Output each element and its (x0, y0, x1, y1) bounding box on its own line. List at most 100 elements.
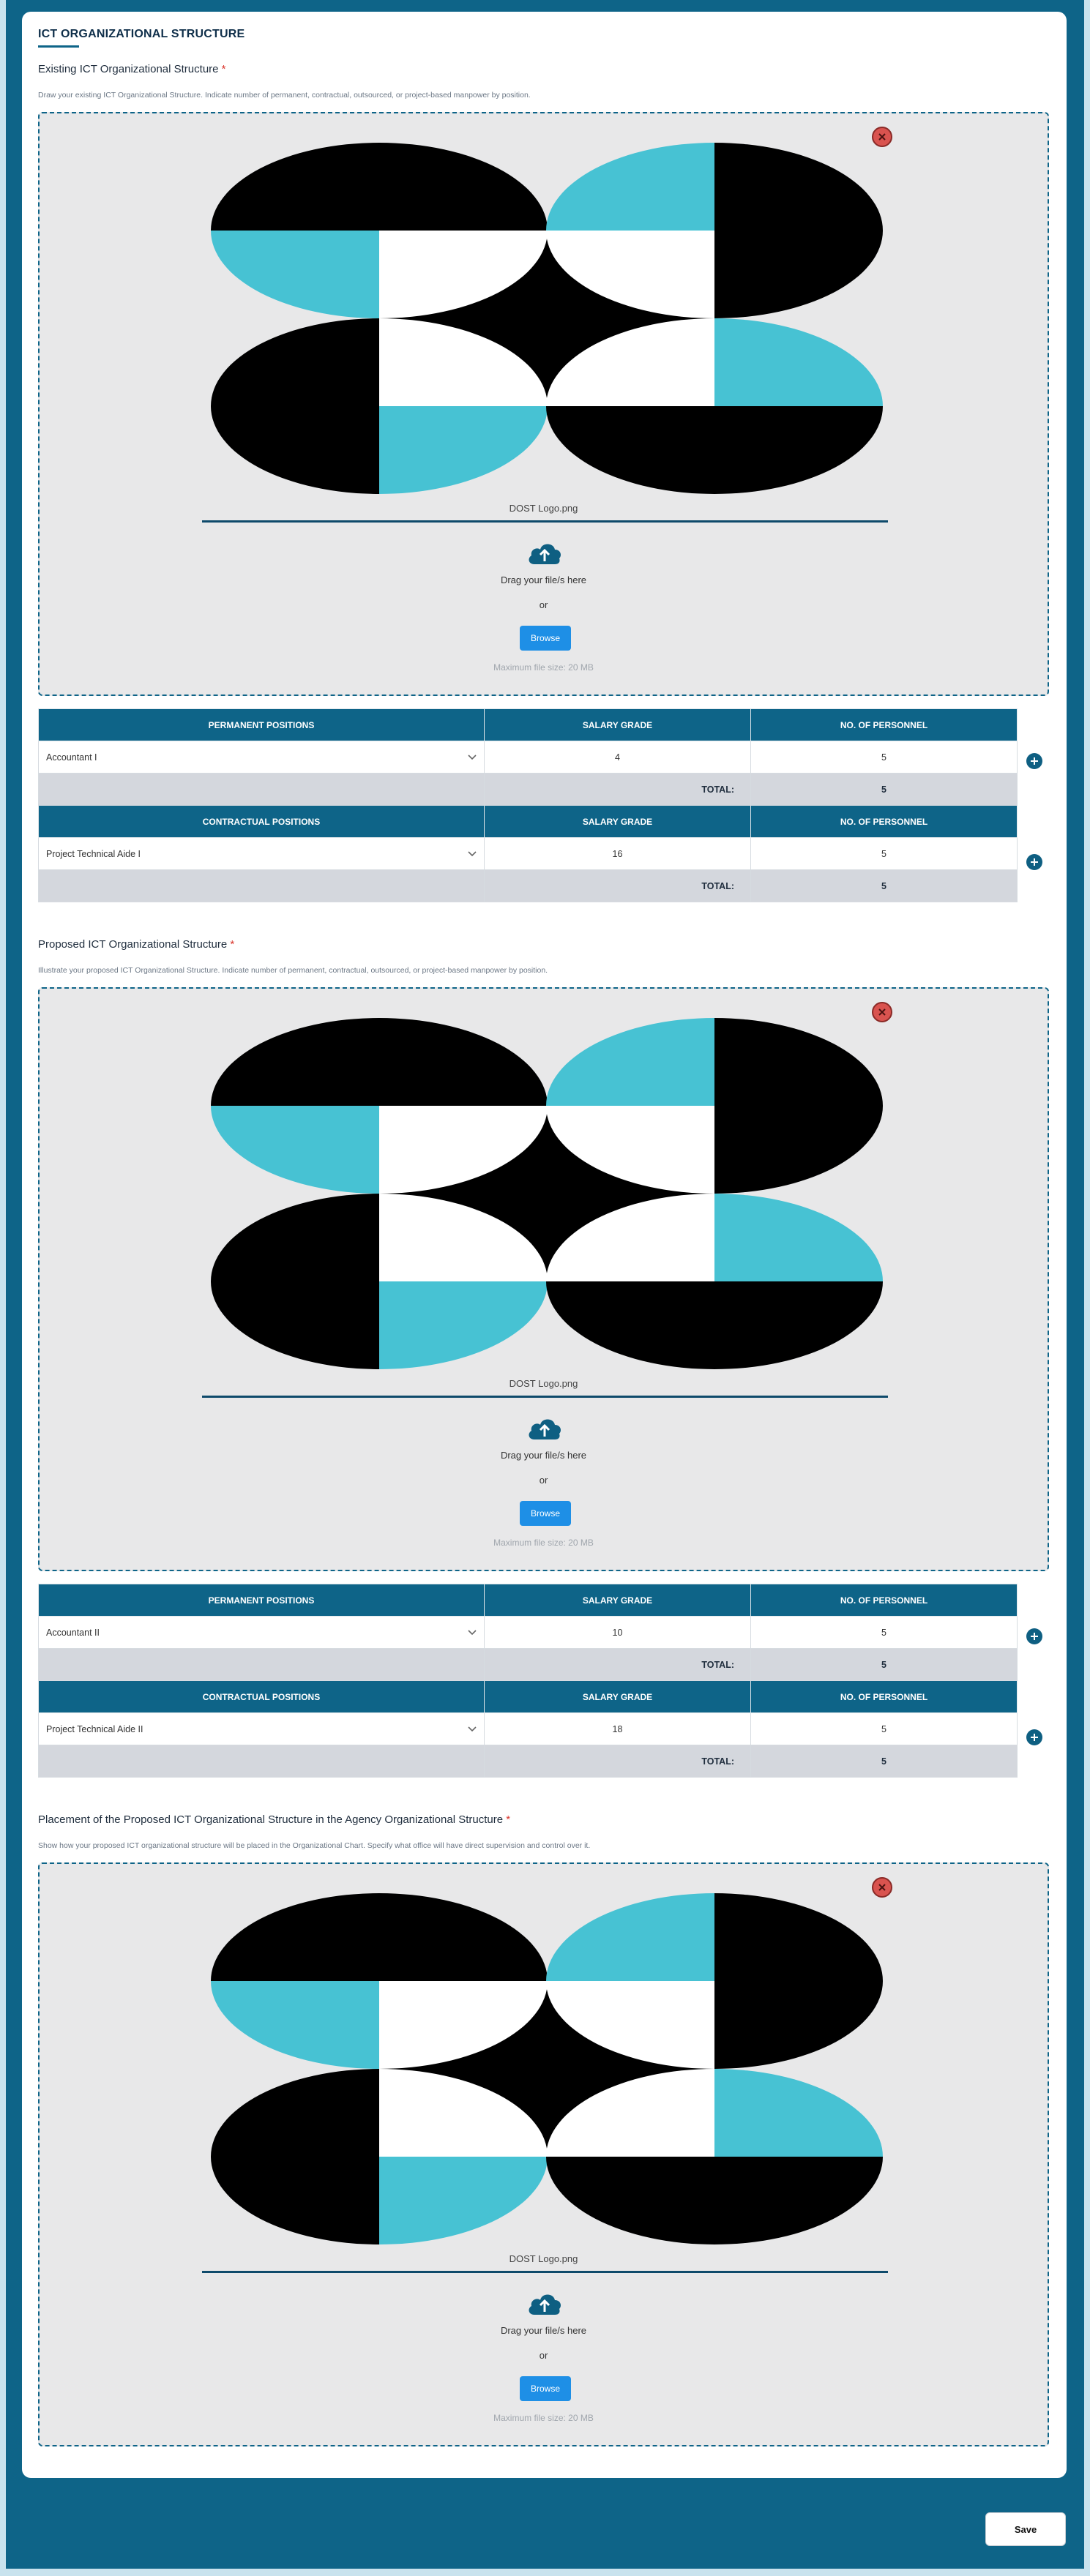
salary-grade-header: SALARY GRADE (484, 708, 751, 741)
required-mark: * (221, 63, 226, 75)
total-row: TOTAL: 5 (38, 869, 1018, 902)
salary-grade-header: SALARY GRADE (484, 1680, 751, 1713)
permanent-positions-header: PERMANENT POSITIONS (38, 708, 485, 741)
form-card: ICT ORGANIZATIONAL STRUCTURE Existing IC… (22, 12, 1067, 2478)
contractual-position-select[interactable]: Project Technical Aide II (38, 1712, 485, 1745)
uploaded-image-preview (211, 1893, 883, 2244)
browse-button[interactable]: Browse (520, 1501, 571, 1526)
close-circle-icon[interactable] (872, 127, 892, 147)
personnel-count-field[interactable]: 5 (750, 1712, 1018, 1745)
drag-files-text: Drag your file/s here (500, 1450, 587, 1461)
proposed-structure-label: Proposed ICT Organizational Structure * (38, 938, 235, 951)
placement-structure-dropzone[interactable]: DOST Logo.png Drag your file/s here or B… (38, 1862, 1049, 2446)
salary-grade-field[interactable]: 18 (484, 1712, 751, 1745)
salary-grade-field[interactable]: 10 (484, 1616, 751, 1649)
chevron-down-icon (468, 1726, 477, 1732)
personnel-count-field[interactable]: 5 (750, 837, 1018, 870)
total-label: TOTAL: (484, 1745, 751, 1778)
placement-structure-label: Placement of the Proposed ICT Organizati… (38, 1813, 511, 1826)
no-of-personnel-header: NO. OF PERSONNEL (750, 1584, 1018, 1617)
no-of-personnel-header: NO. OF PERSONNEL (750, 1680, 1018, 1713)
salary-grade-field[interactable]: 16 (484, 837, 751, 870)
max-file-size-text: Maximum file size: 20 MB (493, 2413, 594, 2423)
cloud-upload-icon (529, 1419, 561, 1439)
salary-grade-field[interactable]: 4 (484, 741, 751, 774)
upload-progress-bar (202, 1396, 888, 1398)
chevron-down-icon (468, 755, 477, 760)
total-value: 5 (750, 1648, 1018, 1681)
required-mark: * (230, 938, 235, 951)
add-contractual-row-button[interactable] (1026, 854, 1042, 870)
plus-icon (1031, 757, 1038, 765)
or-text: or (539, 2350, 548, 2361)
total-row: TOTAL: 5 (38, 1745, 1018, 1778)
add-permanent-row-button[interactable] (1026, 1628, 1042, 1644)
title-underline (38, 45, 79, 48)
table-row: Accountant I 4 5 (38, 741, 1018, 774)
chevron-down-icon (468, 851, 477, 857)
plus-icon (1031, 858, 1038, 866)
cloud-upload-icon (529, 544, 561, 564)
max-file-size-text: Maximum file size: 20 MB (493, 1538, 594, 1548)
total-row: TOTAL: 5 (38, 1648, 1018, 1681)
max-file-size-text: Maximum file size: 20 MB (493, 662, 594, 673)
table-row: Project Technical Aide II 18 5 (38, 1712, 1018, 1745)
existing-structure-dropzone[interactable]: DOST Logo.png Drag your file/s here or B… (38, 112, 1049, 696)
upload-progress-bar (202, 2271, 888, 2273)
file-name: DOST Logo.png (509, 2253, 578, 2264)
salary-grade-header: SALARY GRADE (484, 1584, 751, 1617)
uploaded-image-preview (211, 143, 883, 494)
browse-button[interactable]: Browse (520, 626, 571, 651)
contractual-positions-header: CONTRACTUAL POSITIONS (38, 805, 485, 838)
personnel-count-field[interactable]: 5 (750, 1616, 1018, 1649)
existing-positions-table: PERMANENT POSITIONS SALARY GRADE NO. OF … (38, 708, 1018, 902)
placement-structure-description: Show how your proposed ICT organizationa… (38, 1841, 591, 1850)
chevron-down-icon (468, 1630, 477, 1636)
no-of-personnel-header: NO. OF PERSONNEL (750, 708, 1018, 741)
file-name: DOST Logo.png (509, 503, 578, 514)
total-value: 5 (750, 773, 1018, 806)
personnel-count-field[interactable]: 5 (750, 741, 1018, 774)
or-text: or (539, 1475, 548, 1486)
total-value: 5 (750, 869, 1018, 902)
proposed-structure-description: Illustrate your proposed ICT Organizatio… (38, 966, 548, 975)
no-of-personnel-header: NO. OF PERSONNEL (750, 805, 1018, 838)
save-button[interactable]: Save (985, 2512, 1066, 2546)
total-value: 5 (750, 1745, 1018, 1778)
contractual-position-select[interactable]: Project Technical Aide I (38, 837, 485, 870)
proposed-structure-dropzone[interactable]: DOST Logo.png Drag your file/s here or B… (38, 987, 1049, 1571)
or-text: or (539, 599, 548, 610)
total-label: TOTAL: (484, 1648, 751, 1681)
table-row: Project Technical Aide I 16 5 (38, 837, 1018, 870)
table-header-row: CONTRACTUAL POSITIONS SALARY GRADE NO. O… (38, 805, 1018, 838)
file-name: DOST Logo.png (509, 1378, 578, 1389)
total-label: TOTAL: (484, 869, 751, 902)
existing-structure-description: Draw your existing ICT Organizational St… (38, 91, 531, 100)
total-label: TOTAL: (484, 773, 751, 806)
add-permanent-row-button[interactable] (1026, 753, 1042, 769)
salary-grade-header: SALARY GRADE (484, 805, 751, 838)
table-header-row: PERMANENT POSITIONS SALARY GRADE NO. OF … (38, 1584, 1018, 1617)
table-header-row: PERMANENT POSITIONS SALARY GRADE NO. OF … (38, 708, 1018, 741)
drag-files-text: Drag your file/s here (500, 574, 587, 585)
proposed-positions-table: PERMANENT POSITIONS SALARY GRADE NO. OF … (38, 1584, 1018, 1778)
close-circle-icon[interactable] (872, 1002, 892, 1022)
close-circle-icon[interactable] (872, 1877, 892, 1898)
upload-progress-bar (202, 520, 888, 523)
plus-icon (1031, 1633, 1038, 1640)
table-header-row: CONTRACTUAL POSITIONS SALARY GRADE NO. O… (38, 1680, 1018, 1713)
total-row: TOTAL: 5 (38, 773, 1018, 806)
permanent-position-select[interactable]: Accountant II (38, 1616, 485, 1649)
drag-files-text: Drag your file/s here (500, 2325, 587, 2336)
table-row: Accountant II 10 5 (38, 1616, 1018, 1649)
permanent-positions-header: PERMANENT POSITIONS (38, 1584, 485, 1617)
existing-structure-label: Existing ICT Organizational Structure * (38, 63, 226, 75)
plus-icon (1031, 1734, 1038, 1741)
cloud-upload-icon (529, 2294, 561, 2315)
permanent-position-select[interactable]: Accountant I (38, 741, 485, 774)
section-title: ICT ORGANIZATIONAL STRUCTURE (38, 28, 245, 40)
browse-button[interactable]: Browse (520, 2376, 571, 2401)
uploaded-image-preview (211, 1018, 883, 1369)
add-contractual-row-button[interactable] (1026, 1729, 1042, 1745)
contractual-positions-header: CONTRACTUAL POSITIONS (38, 1680, 485, 1713)
